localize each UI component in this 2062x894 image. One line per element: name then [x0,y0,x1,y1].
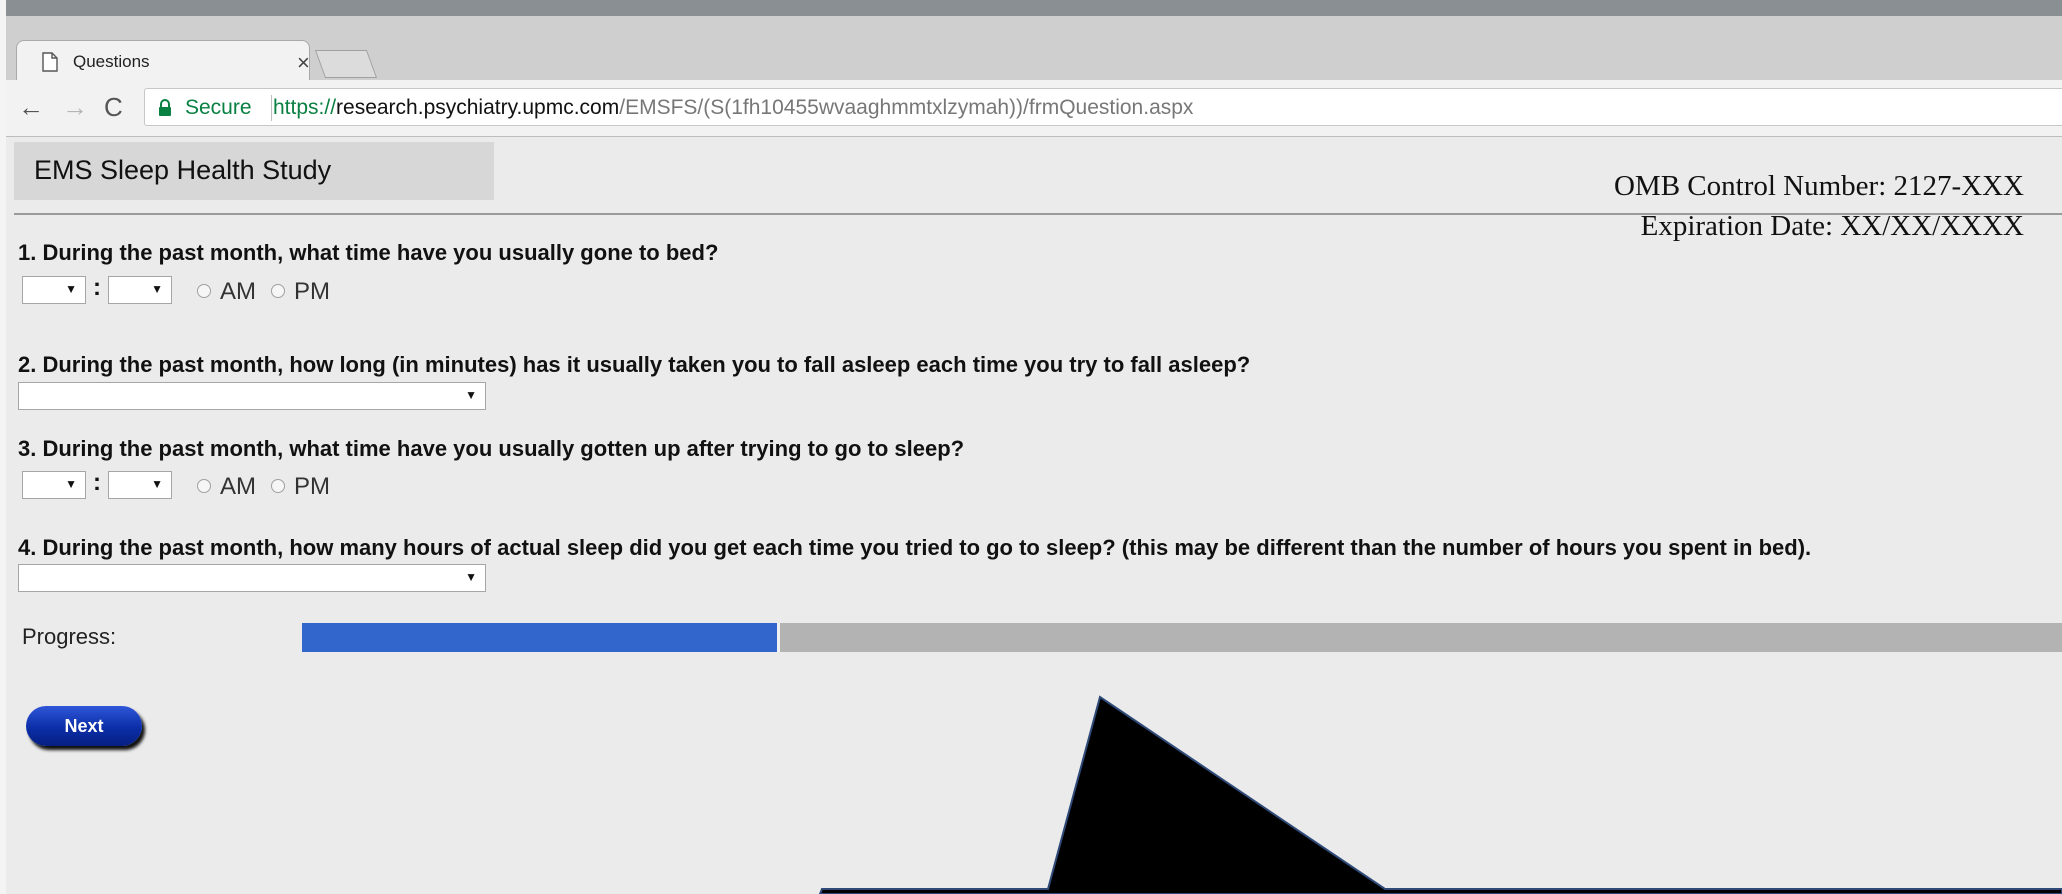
browser-window: Questions × ← → C Secure https://researc… [0,0,2062,894]
black-triangle-overlay [818,695,2062,894]
